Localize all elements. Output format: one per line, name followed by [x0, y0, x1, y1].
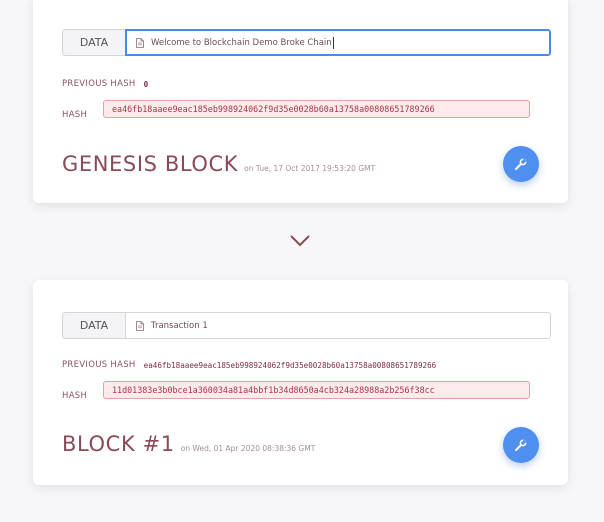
data-input[interactable]: Welcome to Blockchain Demo Broke Chain — [125, 29, 551, 56]
wrench-icon — [515, 158, 527, 170]
block-card-1: DATA Transaction 1 PREVIOUS HASH ea46fb1… — [33, 280, 568, 485]
hash-value: 11d01383e3b0bce1a360034a81a4bbf1b34d8650… — [103, 381, 530, 399]
mine-button[interactable] — [503, 146, 539, 182]
previous-hash-label: PREVIOUS HASH — [62, 79, 136, 89]
previous-hash-row: PREVIOUS HASH ea46fb18aaee9eac185eb99892… — [62, 360, 436, 370]
block-title: GENESIS BLOCK — [62, 152, 239, 176]
block-timestamp: on Wed, 01 Apr 2020 08:38:36 GMT — [180, 444, 316, 453]
data-input[interactable]: Transaction 1 — [125, 312, 551, 339]
hash-label: HASH — [62, 110, 88, 120]
block-heading: GENESIS BLOCK on Tue, 17 Oct 2017 19:53:… — [62, 152, 375, 176]
previous-hash-row: PREVIOUS HASH 0 — [62, 79, 148, 89]
block-card-genesis: DATA Welcome to Blockchain Demo Broke Ch… — [33, 0, 568, 203]
block-title: BLOCK #1 — [62, 432, 175, 456]
previous-hash-value: 0 — [143, 79, 149, 89]
mine-button[interactable] — [503, 427, 539, 463]
data-label: DATA — [62, 312, 125, 339]
document-icon — [136, 320, 144, 331]
data-field-row: DATA Transaction 1 — [62, 312, 551, 339]
data-field-row: DATA Welcome to Blockchain Demo Broke Ch… — [62, 29, 551, 56]
chevron-down-icon — [290, 235, 310, 247]
hash-label: HASH — [62, 391, 88, 401]
wrench-icon — [515, 439, 527, 451]
hash-row: HASH ea46fb18aaee9eac185eb998924062f9d35… — [62, 100, 530, 120]
data-value: Welcome to Blockchain Demo Broke Chain — [151, 37, 332, 48]
document-icon — [136, 37, 144, 48]
hash-row: HASH 11d01383e3b0bce1a360034a81a4bbf1b34… — [62, 381, 530, 401]
data-label: DATA — [62, 29, 125, 56]
text-caret — [332, 36, 334, 49]
previous-hash-label: PREVIOUS HASH — [62, 360, 136, 370]
block-timestamp: on Tue, 17 Oct 2017 19:53:20 GMT — [244, 164, 376, 173]
data-value: Transaction 1 — [151, 320, 208, 331]
hash-value: ea46fb18aaee9eac185eb998924062f9d35e0028… — [103, 100, 530, 118]
block-heading: BLOCK #1 on Wed, 01 Apr 2020 08:38:36 GM… — [62, 432, 315, 456]
previous-hash-value: ea46fb18aaee9eac185eb998924062f9d35e0028… — [143, 360, 437, 370]
